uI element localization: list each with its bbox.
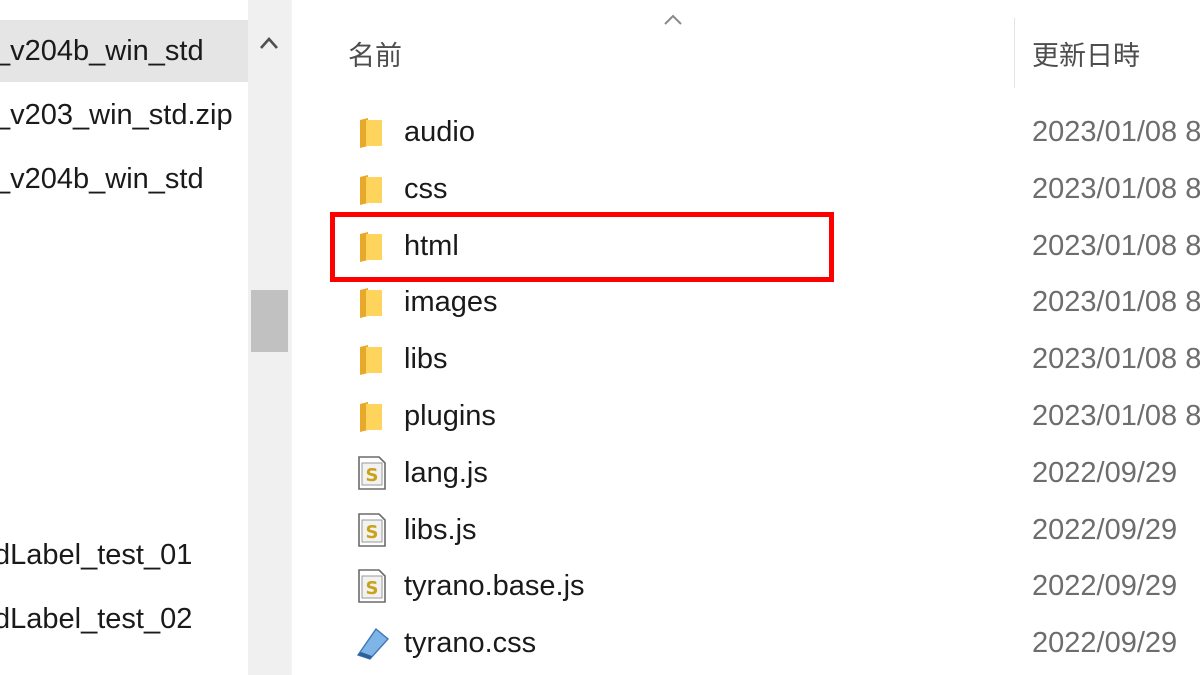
css-file-icon — [356, 628, 390, 660]
file-name: lang.js — [404, 456, 488, 489]
nav-item[interactable]: _v204b_win_std — [0, 20, 248, 82]
file-name: html — [404, 229, 459, 262]
nav-item[interactable]: _v204b_win_std — [0, 148, 248, 210]
list-item[interactable]: html 2023/01/08 8 — [292, 218, 1200, 275]
list-item[interactable]: css 2023/01/08 8 — [292, 161, 1200, 218]
file-name: audio — [404, 116, 475, 148]
folder-icon — [360, 288, 382, 319]
folder-icon — [360, 401, 382, 432]
nav-item[interactable]: dLabel_test_01 — [0, 524, 248, 586]
svg-text:S: S — [366, 522, 379, 543]
file-date: 2023/01/08 8 — [1032, 343, 1200, 376]
file-date: 2023/01/08 8 — [1032, 286, 1200, 319]
file-name: css — [404, 172, 448, 205]
svg-text:S: S — [366, 465, 379, 486]
list-item[interactable]: S tyrano.base.js 2022/09/29 — [292, 558, 1200, 615]
file-name: images — [404, 286, 498, 319]
file-name: tyrano.css — [404, 627, 537, 660]
list-item[interactable]: libs 2023/01/08 8 — [292, 331, 1200, 388]
file-date: 2022/09/29 — [1032, 513, 1178, 546]
list-item[interactable]: plugins 2023/01/08 8 — [292, 388, 1200, 445]
list-item[interactable]: images 2023/01/08 8 — [292, 274, 1200, 331]
file-name: libs.js — [404, 513, 477, 546]
scroll-thumb[interactable] — [251, 290, 288, 352]
file-name: libs — [404, 343, 448, 376]
column-separator[interactable] — [1014, 18, 1015, 88]
file-date: 2023/01/08 8 — [1032, 172, 1200, 205]
column-header-date-modified[interactable]: 更新日時 — [1032, 34, 1140, 73]
js-file-icon: S — [358, 512, 386, 547]
file-date: 2023/01/08 8 — [1032, 116, 1200, 148]
file-list: audio 2023/01/08 8 css 2023/01/08 8 html… — [292, 104, 1200, 672]
list-item[interactable]: tyrano.css 2022/09/29 — [292, 615, 1200, 672]
file-date: 2022/09/29 — [1032, 570, 1178, 603]
file-date: 2022/09/29 — [1032, 627, 1178, 660]
file-name: plugins — [404, 399, 496, 432]
navigation-pane: _v204b_win_std _v203_win_std.zip _v204b_… — [0, 0, 248, 675]
list-item[interactable]: S libs.js 2022/09/29 — [292, 502, 1200, 559]
column-header-name[interactable]: 名前 — [348, 34, 402, 73]
folder-icon — [360, 118, 382, 148]
scroll-up-button[interactable] — [248, 18, 290, 68]
list-item[interactable]: S lang.js 2022/09/29 — [292, 445, 1200, 502]
list-item[interactable]: audio 2023/01/08 8 — [292, 104, 1200, 161]
sort-ascending-icon — [664, 14, 682, 25]
file-name: tyrano.base.js — [404, 570, 585, 603]
nav-pane-scrollbar[interactable] — [248, 0, 290, 675]
folder-icon — [360, 345, 382, 376]
nav-item[interactable]: _v203_win_std.zip — [0, 84, 248, 146]
file-date: 2023/01/08 8 — [1032, 229, 1200, 262]
folder-icon — [360, 174, 382, 205]
folder-icon — [360, 231, 382, 262]
nav-item[interactable]: dLabel_test_02 — [0, 588, 248, 650]
file-date: 2022/09/29 — [1032, 456, 1178, 489]
chevron-up-icon — [260, 37, 278, 49]
file-date: 2023/01/08 8 — [1032, 399, 1200, 432]
svg-text:S: S — [366, 578, 379, 599]
js-file-icon: S — [358, 455, 386, 490]
js-file-icon: S — [358, 569, 386, 604]
column-header-row: 名前 更新日時 — [292, 0, 1200, 100]
